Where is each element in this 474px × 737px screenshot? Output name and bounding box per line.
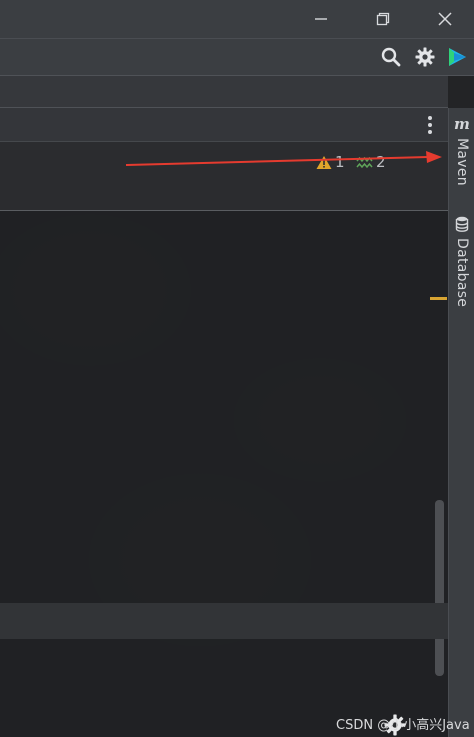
minimize-button[interactable] (308, 6, 334, 32)
inspection-bar: 1 2 (0, 142, 448, 211)
title-bar (0, 0, 474, 39)
warnings-count: 1 (335, 153, 345, 171)
maven-m-icon: m (454, 116, 470, 132)
maven-label: Maven (454, 138, 470, 186)
weak-warnings-indicator[interactable]: 2 (356, 152, 386, 172)
more-vertical-icon (428, 116, 432, 120)
search-icon (381, 47, 401, 67)
maven-tool-button[interactable]: m Maven (449, 116, 474, 186)
navigation-bar (0, 76, 448, 108)
warning-triangle-icon (316, 155, 332, 169)
restore-icon (376, 12, 390, 26)
settings-button[interactable] (412, 44, 438, 70)
editor-area[interactable] (0, 211, 448, 737)
close-icon (438, 12, 452, 26)
close-button[interactable] (432, 6, 458, 32)
more-options-button[interactable] (420, 113, 440, 137)
warnings-indicator[interactable]: 1 (316, 152, 345, 172)
plugin-logo-icon (449, 48, 466, 66)
svg-text:m: m (454, 116, 470, 132)
editor-tabs-row (0, 108, 448, 142)
vertical-scrollbar[interactable] (435, 500, 444, 676)
weak-warning-icon (356, 156, 373, 168)
restore-button[interactable] (370, 6, 396, 32)
error-stripe-marker[interactable] (430, 297, 447, 300)
database-tool-button[interactable]: Database (449, 216, 474, 307)
plugin-button[interactable] (444, 44, 470, 70)
right-tool-strip: m Maven Database (448, 108, 474, 737)
minimize-icon (315, 18, 327, 20)
watermark-text: CSDN @小小高兴Java (336, 718, 470, 733)
database-icon (455, 216, 469, 232)
ide-window: 1 2 m Maven Database CSDN @小小高兴Java (0, 0, 474, 737)
gear-icon (415, 47, 435, 67)
search-button[interactable] (378, 44, 404, 70)
main-toolbar (0, 39, 474, 76)
database-label: Database (454, 238, 470, 308)
current-line-highlight (0, 603, 448, 639)
weak-warnings-count: 2 (376, 153, 386, 171)
